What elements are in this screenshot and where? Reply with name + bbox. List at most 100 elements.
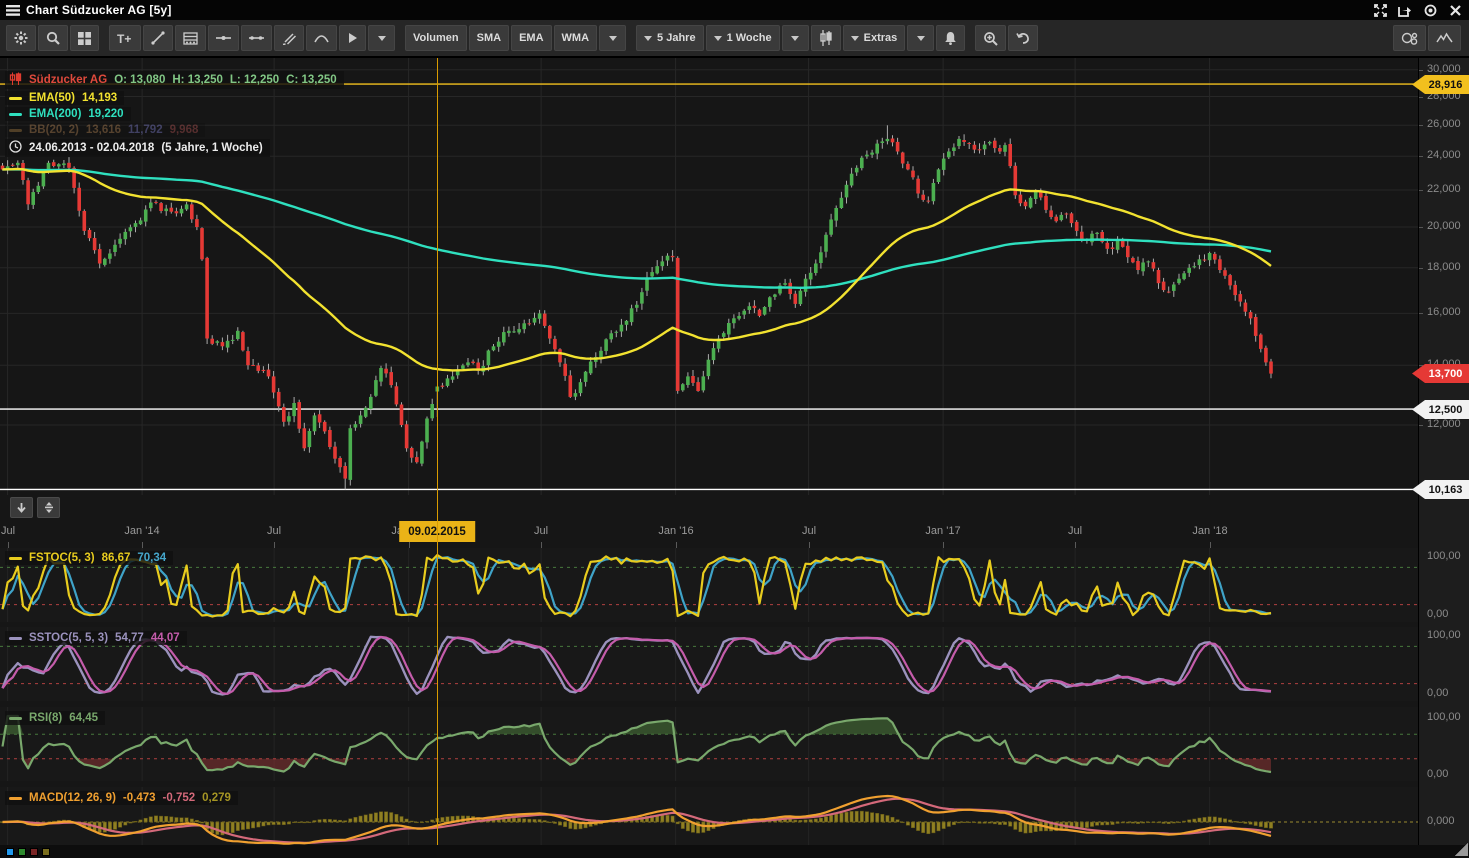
ema50-value: 14,193 xyxy=(82,92,117,104)
arc-button[interactable] xyxy=(306,25,337,51)
volumen-button[interactable]: Volumen xyxy=(405,25,467,51)
interval-dropdown[interactable]: 1 Woche xyxy=(706,25,780,51)
candlestick-icon xyxy=(9,72,22,88)
ema50-label: EMA(50) xyxy=(29,92,75,104)
rsi-label: RSI(8) xyxy=(29,712,62,724)
toolbar-zoom-group xyxy=(975,25,1038,51)
rsi-value: 64,45 xyxy=(69,712,98,724)
rsi-panel[interactable] xyxy=(0,707,1418,781)
high-value: 13,250 xyxy=(188,74,223,86)
instrument-legend-row[interactable]: Südzucker AG O: 13,080 H: 13,250 L: 12,2… xyxy=(5,71,344,89)
close-icon[interactable] xyxy=(1447,2,1463,18)
zoom-in-button[interactable] xyxy=(975,25,1006,51)
candle-style-button[interactable] xyxy=(811,25,841,51)
layout-grid-button[interactable] xyxy=(70,25,99,51)
search-button[interactable] xyxy=(38,25,68,51)
price-axis-label: 26,000 xyxy=(1427,118,1461,130)
toolbar-indicator-group: VolumenSMAEMAWMA xyxy=(405,25,626,51)
ema200-legend-row[interactable]: EMA(200) 19,220 xyxy=(5,107,131,121)
clock-icon xyxy=(9,140,22,156)
price-axis-label: 16,000 xyxy=(1427,306,1461,318)
series-toggle-swatch[interactable] xyxy=(30,848,38,856)
resize-handle[interactable] xyxy=(1455,843,1468,856)
sstoc-swatch xyxy=(9,637,22,640)
pencil-button[interactable] xyxy=(274,25,304,51)
chart-type-dropdown[interactable] xyxy=(782,25,809,51)
ema50-legend-row[interactable]: EMA(50) 14,193 xyxy=(5,91,124,105)
price-tick xyxy=(1419,365,1423,366)
price-axis-label: 12,000 xyxy=(1427,418,1461,430)
bubbles-view-button[interactable] xyxy=(1393,25,1426,51)
collapse-panel-button[interactable] xyxy=(10,497,33,518)
fstoc-value: 86,67 xyxy=(102,552,131,564)
fibonacci-button[interactable] xyxy=(175,25,206,51)
bollinger-legend-row[interactable]: BB(20, 2) 13,616 11,792 9,968 xyxy=(5,123,205,137)
indicator-view-button[interactable] xyxy=(1428,25,1461,51)
price-axis: 30,00028,00026,00024,00022,00020,00018,0… xyxy=(1418,58,1469,845)
sstoc-axis-label: 100,00 xyxy=(1427,629,1461,641)
bb-label: BB(20, 2) xyxy=(29,124,79,136)
fstoc-axis-label: 0,00 xyxy=(1427,608,1448,620)
daterange-legend-row: 24.06.2013 - 02.04.2018 (5 Jahre, 1 Woch… xyxy=(5,139,270,157)
range-dropdown[interactable]: 5 Jahre xyxy=(636,25,704,51)
bell-button[interactable] xyxy=(936,25,965,51)
settings-button[interactable] xyxy=(6,25,36,51)
series-toggle-swatch[interactable] xyxy=(42,848,50,856)
alerts-dropdown[interactable] xyxy=(907,25,934,51)
indicator-more-dropdown[interactable] xyxy=(599,25,626,51)
sma-button[interactable]: SMA xyxy=(469,25,509,51)
bottom-strip xyxy=(0,845,1469,858)
series-toggle-swatch[interactable] xyxy=(6,848,14,856)
time-axis-label: Jan '18 xyxy=(1192,525,1227,537)
time-axis-label: Jan '16 xyxy=(658,525,693,537)
series-toggle-swatch[interactable] xyxy=(18,848,26,856)
rsi-swatch xyxy=(9,717,22,720)
horizontal-ray-button[interactable] xyxy=(241,25,272,51)
price-axis-label: 18,000 xyxy=(1427,261,1461,273)
ema50-swatch xyxy=(9,97,22,100)
open-value: 13,080 xyxy=(130,74,165,86)
bb-swatch xyxy=(9,129,22,132)
text-plus-button[interactable]: T+ xyxy=(109,25,141,51)
ema200-swatch xyxy=(9,113,22,116)
visible-daterange-detail: (5 Jahre, 1 Woche) xyxy=(161,142,262,154)
close-value: 13,250 xyxy=(301,74,336,86)
price-tick xyxy=(1419,156,1423,157)
price-badge: 28,916 xyxy=(1412,75,1469,94)
wma-button[interactable]: WMA xyxy=(554,25,598,51)
time-axis-label: Jan '14 xyxy=(124,525,159,537)
fstoc-value: 70,34 xyxy=(137,552,166,564)
macd-label: MACD(12, 26, 9) xyxy=(29,792,116,804)
sstoc-axis-label: 0,00 xyxy=(1427,687,1448,699)
sstoc-panel[interactable] xyxy=(0,627,1418,701)
trendline-button[interactable] xyxy=(143,25,173,51)
fstoc-panel[interactable] xyxy=(0,548,1418,622)
sstoc-legend[interactable]: SSTOC(5, 5, 3)54,7744,07 xyxy=(5,631,187,645)
macd-value: 0,279 xyxy=(202,792,231,804)
macd-value: -0,752 xyxy=(163,792,196,804)
fstoc-legend[interactable]: FSTOC(5, 3)86,6770,34 xyxy=(5,551,173,565)
toolbar-draw-tool-group: T+ xyxy=(109,25,395,51)
ema-button[interactable]: EMA xyxy=(511,25,551,51)
sstoc-value: 54,77 xyxy=(115,632,144,644)
sstoc-value: 44,07 xyxy=(151,632,180,644)
macd-swatch xyxy=(9,797,22,800)
undo-button[interactable] xyxy=(1008,25,1038,51)
macd-legend[interactable]: MACD(12, 26, 9)-0,473-0,7520,279 xyxy=(5,791,238,805)
time-axis: JulJan '14JulJan '15JulJan '16JulJan '17… xyxy=(0,495,1418,548)
maximize-icon[interactable] xyxy=(1372,2,1388,18)
window-title: Chart Südzucker AG [5y] xyxy=(26,3,172,17)
horizontal-line-button[interactable] xyxy=(208,25,239,51)
price-tick xyxy=(1419,125,1423,126)
rsi-legend[interactable]: RSI(8) 64,45 xyxy=(5,711,105,725)
play-button[interactable] xyxy=(339,25,366,51)
more-dropdown-button[interactable] xyxy=(368,25,395,51)
fstoc-axis-label: 100,00 xyxy=(1427,550,1461,562)
toolbar-left-icon-group xyxy=(6,25,99,51)
ema200-value: 19,220 xyxy=(88,108,123,120)
menu-icon[interactable] xyxy=(0,0,26,20)
record-icon[interactable] xyxy=(1422,2,1438,18)
export-icon[interactable] xyxy=(1397,2,1413,18)
reorder-panels-button[interactable] xyxy=(37,497,60,518)
extras-dropdown[interactable]: Extras xyxy=(843,25,906,51)
